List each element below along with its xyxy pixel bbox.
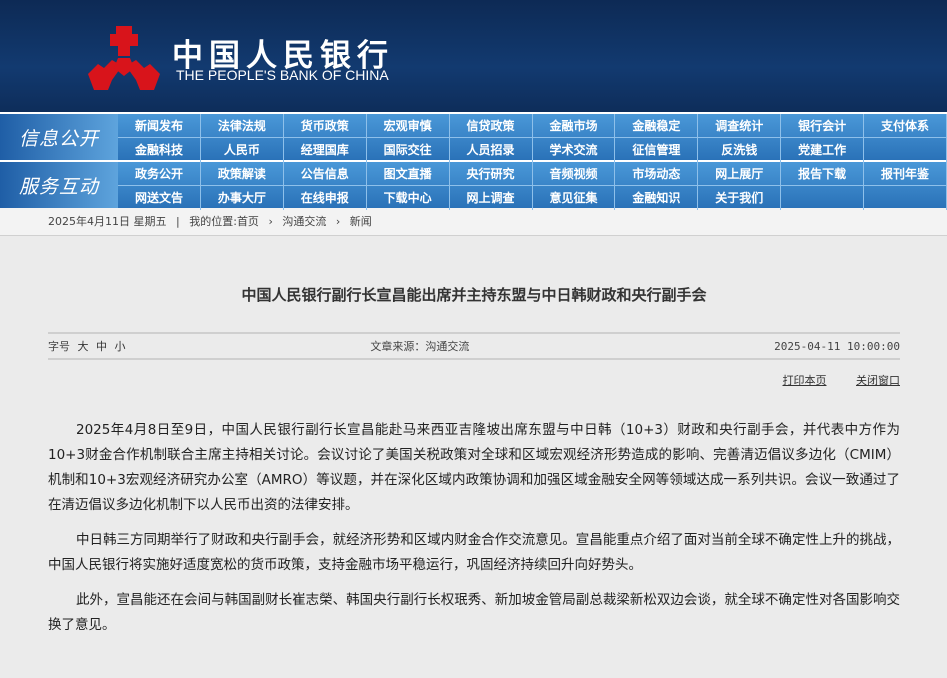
nav-item[interactable]: 网上展厅 (698, 162, 782, 186)
font-small-link[interactable]: 小 (115, 340, 126, 353)
article-paragraph: 此外，宣昌能还在会间与韩国副财长崔志榮、韩国央行副行长权珉秀、新加坡金管局副总裁… (48, 592, 900, 633)
article-datetime: 2025-04-11 10:00:00 (774, 339, 900, 353)
nav-item[interactable]: 在线申报 (284, 186, 367, 210)
font-size-label: 字号 (48, 340, 70, 353)
nav-item[interactable]: 国际交往 (367, 138, 450, 162)
nav-item[interactable]: 支付体系 (864, 114, 947, 138)
article-paragraph: 中日韩三方同期举行了财政和央行副手会，就经济形势和区域内财金合作交流意见。宣昌能… (48, 532, 900, 573)
nav-item[interactable]: 金融知识 (615, 186, 699, 210)
nav-empty-cell (864, 138, 947, 162)
article-meta: 字号 大 中 小 文章来源：沟通交流 2025-04-11 10:00:00 (48, 334, 900, 358)
site-header: 中国人民银行 THE PEOPLE'S BANK OF CHINA (0, 0, 947, 112)
nav-section-label: 服务互动 (0, 162, 118, 208)
nav-item[interactable]: 学术交流 (533, 138, 616, 162)
nav-service: 服务互动 政务公开 政策解读 公告信息 图文直播 央行研究 音频视频 市场动态 网上展厅 报告下… (0, 160, 947, 210)
article-tools: 打印本页 关闭窗口 (48, 372, 901, 408)
nav-item[interactable]: 经理国库 (284, 138, 367, 162)
nav-item[interactable]: 法律法规 (200, 114, 284, 138)
nav-section-label: 信息公开 (0, 114, 118, 160)
nav-item[interactable]: 网上调查 (450, 186, 533, 210)
article-source: 文章来源：沟通交流 (370, 340, 470, 353)
nav-grid: 政务公开 政策解读 公告信息 图文直播 央行研究 音频视频 市场动态 网上展厅 报告下载 报刊年鉴… (118, 162, 947, 210)
breadcrumb: 2025年4月11日 星期五 | 我的位置:首页 › 沟通交流 › 新闻 (0, 208, 947, 236)
nav-item[interactable]: 党建工作 (781, 138, 865, 162)
nav-item[interactable]: 人民币 (201, 138, 284, 162)
close-window-link[interactable]: 关闭窗口 (856, 374, 900, 387)
nav-info: 信息公开 新闻发布 法律法规 货币政策 宏观审慎 信贷政策 金融市场 金融稳定 调查统计 银行会… (0, 112, 947, 162)
nav-item[interactable]: 市场动态 (615, 162, 699, 186)
nav-item[interactable]: 图文直播 (366, 162, 450, 186)
nav-item[interactable]: 报告下载 (781, 162, 865, 186)
nav-item[interactable]: 新闻发布 (118, 114, 201, 138)
nav-item[interactable]: 央行研究 (449, 162, 533, 186)
nav-item[interactable]: 人员招录 (450, 138, 533, 162)
article-paragraph: 2025年4月8日至9日，中国人民银行副行长宣昌能赴马来西亚吉隆坡出席东盟与中日… (48, 422, 900, 513)
nav-empty-cell (781, 186, 865, 210)
separator: | (176, 215, 180, 228)
nav-item[interactable]: 网送文告 (118, 186, 201, 210)
article-title: 中国人民银行副行长宣昌能出席并主持东盟与中日韩财政和央行副手会 (241, 286, 707, 304)
font-large-link[interactable]: 大 (78, 340, 89, 353)
pboc-logo-icon (88, 26, 160, 90)
breadcrumb-communication[interactable]: 沟通交流 (282, 215, 326, 228)
print-link[interactable]: 打印本页 (783, 374, 827, 387)
chevron-right-icon: › (268, 215, 273, 228)
nav-item[interactable]: 金融稳定 (615, 114, 699, 138)
nav-item[interactable]: 公告信息 (283, 162, 367, 186)
nav-item[interactable]: 政务公开 (118, 162, 201, 186)
article: 中国人民银行副行长宣昌能出席并主持东盟与中日韩财政和央行副手会 字号 大 中 小… (0, 284, 947, 638)
location-label: 我的位置: (189, 215, 237, 228)
nav-item[interactable]: 意见征集 (533, 186, 616, 210)
logo-title-en: THE PEOPLE'S BANK OF CHINA (176, 67, 389, 83)
current-date: 2025年4月11日 星期五 (48, 215, 167, 228)
chevron-right-icon: › (335, 215, 341, 228)
nav-item[interactable]: 办事大厅 (201, 186, 284, 210)
breadcrumb-home[interactable]: 首页 (237, 215, 259, 228)
divider (48, 358, 900, 360)
nav-item[interactable]: 金融科技 (118, 138, 201, 162)
nav-item[interactable]: 政策解读 (200, 162, 284, 186)
nav-grid: 新闻发布 法律法规 货币政策 宏观审慎 信贷政策 金融市场 金融稳定 调查统计 银行会计 支付体系… (118, 114, 947, 162)
nav-item[interactable]: 信贷政策 (449, 114, 533, 138)
nav-item[interactable]: 报刊年鉴 (864, 162, 947, 186)
nav-empty-cell (864, 186, 947, 210)
nav-item[interactable]: 下载中心 (367, 186, 450, 210)
nav-item[interactable]: 音频视频 (532, 162, 616, 186)
font-medium-link[interactable]: 中 (96, 340, 107, 353)
breadcrumb-news[interactable]: 新闻 (350, 215, 372, 228)
nav-item[interactable]: 反洗钱 (698, 138, 782, 162)
nav-item[interactable]: 调查统计 (698, 114, 782, 138)
nav-item[interactable]: 宏观审慎 (366, 114, 450, 138)
nav-item[interactable]: 关于我们 (698, 186, 782, 210)
nav-item[interactable]: 征信管理 (615, 138, 699, 162)
nav-item[interactable]: 金融市场 (532, 114, 616, 138)
nav-item[interactable]: 货币政策 (283, 114, 367, 138)
nav-item[interactable]: 银行会计 (781, 114, 865, 138)
